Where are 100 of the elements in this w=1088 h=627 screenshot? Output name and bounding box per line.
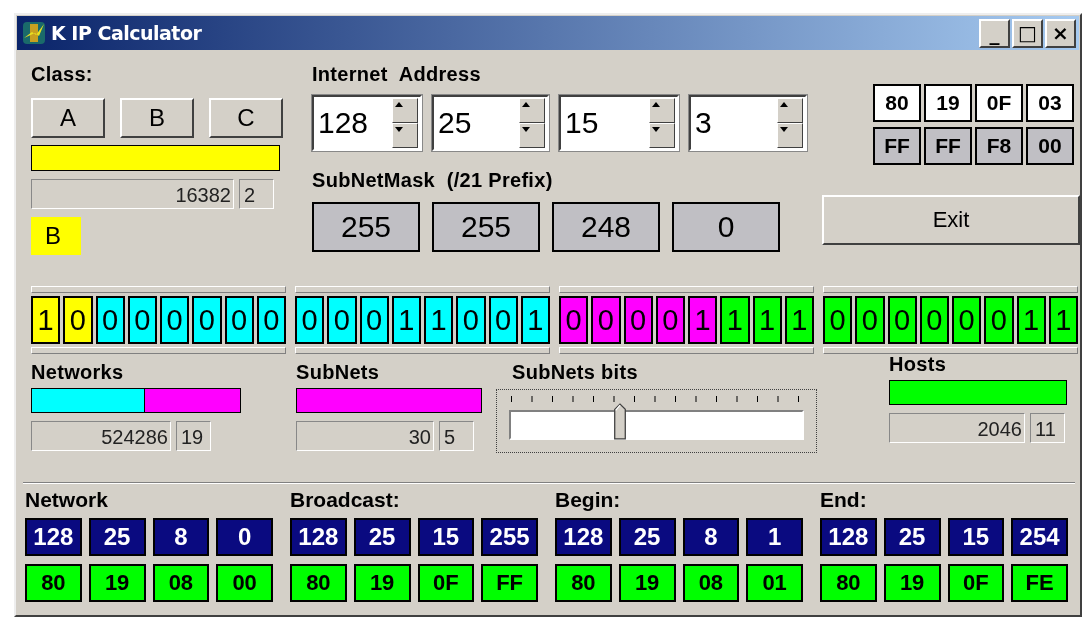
- count-display: 16382: [31, 179, 234, 209]
- hex-octet: FE: [1011, 564, 1068, 602]
- decimal-octet: 128: [820, 518, 877, 556]
- subnet-mask-label: SubNetMask (/21 Prefix): [312, 168, 554, 193]
- bit-cell: 0: [984, 296, 1014, 344]
- bit-cell: 1: [424, 296, 454, 344]
- address-label: Internet Address: [312, 62, 482, 87]
- bits-display: 2: [239, 179, 274, 209]
- octet-spinner[interactable]: 25: [432, 95, 549, 151]
- bit-cell: 0: [887, 296, 917, 344]
- bit-cell: 0: [224, 296, 254, 344]
- bit-cell: 0: [192, 296, 222, 344]
- bit-cell: 0: [823, 296, 853, 344]
- bit-cell: 1: [391, 296, 421, 344]
- octet-spinner[interactable]: 15: [559, 95, 679, 151]
- hex-octet: 19: [88, 564, 146, 602]
- count-display: 524286: [31, 421, 171, 451]
- bit-cell: 0: [295, 296, 325, 344]
- count-display: 30: [296, 421, 434, 451]
- decimal-octet: 25: [88, 518, 146, 556]
- decimal-octet: 128: [555, 518, 612, 556]
- bit-cell: 0: [127, 296, 157, 344]
- bit-cell: 0: [919, 296, 949, 344]
- bit-cell: 1: [1048, 296, 1078, 344]
- exit-button[interactable]: Exit: [822, 195, 1080, 245]
- range-label: Network: [25, 487, 109, 513]
- bit-cell: 1: [720, 296, 750, 344]
- hex-octet: FF: [924, 127, 972, 165]
- bit-cell: 1: [520, 296, 550, 344]
- decimal-octet: 255: [481, 518, 538, 556]
- bit-cell: 1: [688, 296, 718, 344]
- bit-cell: 1: [31, 296, 61, 344]
- hex-octet: FF: [873, 127, 921, 165]
- hex-octet: 00: [1026, 127, 1074, 165]
- mask-octet: 255: [312, 202, 420, 252]
- decimal-octet: 15: [417, 518, 475, 556]
- octet-spinner[interactable]: 3: [689, 95, 807, 151]
- hex-octet: 19: [353, 564, 411, 602]
- bit-cell: 0: [63, 296, 93, 344]
- bit-cell: 0: [327, 296, 357, 344]
- bit-cell: 0: [160, 296, 190, 344]
- decimal-octet: 8: [152, 518, 210, 556]
- hex-octet: 0F: [975, 84, 1023, 122]
- maximize-button[interactable]: □: [1012, 18, 1043, 48]
- decimal-octet: 25: [353, 518, 411, 556]
- class-label: Class:: [31, 62, 94, 87]
- hex-octet: 80: [290, 564, 347, 602]
- bit-cell: 0: [952, 296, 982, 344]
- hex-octet: F8: [975, 127, 1023, 165]
- hex-octet: 0F: [947, 564, 1005, 602]
- hex-octet: FF: [481, 564, 538, 602]
- hex-octet: 19: [883, 564, 941, 602]
- bits-display: 19: [176, 421, 211, 451]
- decimal-octet: 128: [25, 518, 82, 556]
- mask-octet: 0: [672, 202, 780, 252]
- octet-spinner[interactable]: 128: [312, 95, 422, 151]
- bit-cell: 0: [855, 296, 885, 344]
- decimal-octet: 254: [1011, 518, 1068, 556]
- bit-cell: 1: [784, 296, 814, 344]
- mask-octet: 248: [552, 202, 660, 252]
- bit-cell: 0: [559, 296, 589, 344]
- subnet-bits-slider[interactable]: [496, 389, 817, 453]
- mask-octet: 255: [432, 202, 540, 252]
- bit-cell: 0: [623, 296, 653, 344]
- range-label: Begin:: [555, 487, 622, 513]
- decimal-octet: 15: [947, 518, 1005, 556]
- hex-octet: 01: [746, 564, 803, 602]
- class-badge: B: [31, 217, 81, 255]
- minimize-button[interactable]: _: [979, 18, 1010, 48]
- bit-cell: 1: [1016, 296, 1046, 344]
- hex-octet: 19: [924, 84, 972, 122]
- hex-octet: 0F: [417, 564, 475, 602]
- bit-cell: 1: [752, 296, 782, 344]
- class-button[interactable]: A: [31, 98, 105, 138]
- close-button[interactable]: ×: [1045, 18, 1076, 48]
- decimal-octet: 8: [682, 518, 740, 556]
- subnet-bits-label: SubNets bits: [511, 360, 639, 385]
- decimal-octet: 128: [290, 518, 347, 556]
- bit-cell: 0: [591, 296, 621, 344]
- decimal-octet: 1: [746, 518, 803, 556]
- hex-octet: 08: [152, 564, 210, 602]
- decimal-octet: 25: [883, 518, 941, 556]
- hex-octet: 80: [555, 564, 612, 602]
- range-label: End:: [820, 487, 868, 513]
- bit-cell: 0: [655, 296, 685, 344]
- bit-cell: 0: [256, 296, 286, 344]
- decimal-octet: 25: [618, 518, 676, 556]
- hex-octet: 80: [820, 564, 877, 602]
- bit-cell: 0: [359, 296, 389, 344]
- hex-octet: 03: [1026, 84, 1074, 122]
- class-button[interactable]: B: [120, 98, 194, 138]
- networks-label: Networks: [31, 360, 125, 385]
- range-label: Broadcast:: [290, 487, 401, 513]
- subnets-label: SubNets: [296, 360, 381, 385]
- hosts-label: Hosts: [889, 352, 948, 377]
- hex-octet: 80: [873, 84, 921, 122]
- hex-octet: 80: [25, 564, 82, 602]
- count-display: 2046: [889, 413, 1025, 443]
- class-button[interactable]: C: [209, 98, 283, 138]
- hex-octet: 08: [682, 564, 740, 602]
